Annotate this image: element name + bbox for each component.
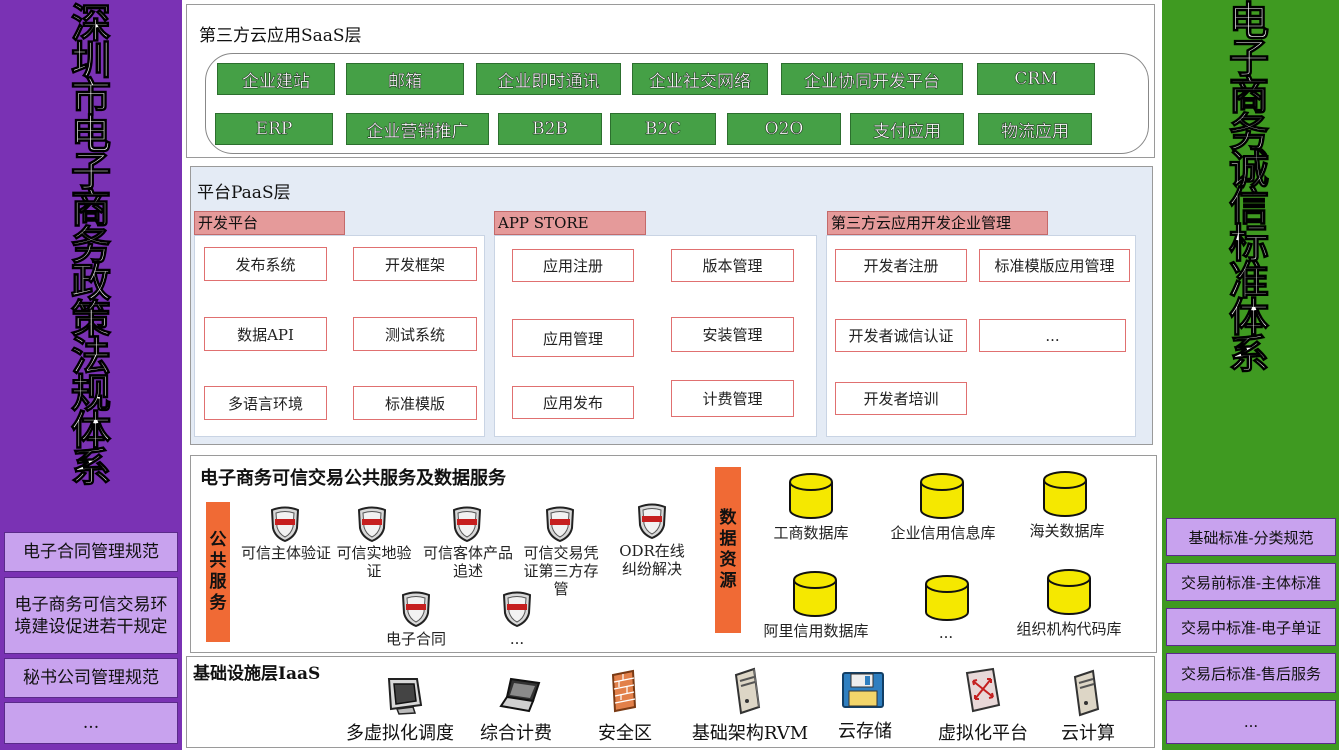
- server-icon: [734, 667, 761, 715]
- public-service-item[interactable]: 可信交易凭证第三方存管: [517, 544, 605, 598]
- data-resources-label: 数据资源: [715, 467, 741, 633]
- standards-column-title: 电子商务诚信标准体系: [1228, 0, 1269, 378]
- saas-app-button[interactable]: 企业营销推广: [346, 113, 489, 145]
- policy-item[interactable]: ...: [4, 702, 178, 744]
- paas-item[interactable]: 测试系统: [353, 317, 477, 351]
- app-store-title: APP STORE: [494, 211, 646, 235]
- shield-icon: [401, 591, 431, 627]
- services-title: 电子商务可信交易公共服务及数据服务: [200, 468, 506, 489]
- paas-item[interactable]: 数据API: [204, 317, 327, 351]
- database-label: 工商数据库: [773, 524, 849, 542]
- iaas-layer: 基础设施层IaaS 多虚拟化调度 综合计费 安全区 基础架构RVM 云存储 虚拟…: [186, 656, 1155, 748]
- paas-item[interactable]: 多语言环境: [204, 386, 327, 420]
- server-icon: [1073, 669, 1100, 717]
- policy-column-title: 深圳市电子商务政策法规体系: [70, 1, 111, 491]
- third-party-title: 第三方云应用开发企业管理: [827, 211, 1048, 235]
- saas-app-button[interactable]: CRM: [977, 63, 1095, 95]
- saas-app-button[interactable]: 物流应用: [978, 113, 1092, 145]
- database-icon: [925, 575, 969, 621]
- database-icon: [789, 473, 833, 519]
- paas-item[interactable]: 应用注册: [512, 249, 634, 282]
- saas-title: 第三方云应用SaaS层: [199, 26, 362, 46]
- saas-app-button[interactable]: 邮箱: [346, 63, 464, 95]
- iaas-item-label[interactable]: 安全区: [585, 719, 665, 745]
- database-label: 企业信用信息库: [890, 524, 996, 542]
- paas-layer: 平台PaaS层 开发平台 发布系统 开发框架 数据API 测试系统 多语言环境 …: [190, 166, 1153, 445]
- iaas-item-label[interactable]: 云计算: [1053, 719, 1123, 745]
- public-service-item[interactable]: ODR在线纠纷解决: [612, 542, 692, 578]
- public-service-item[interactable]: ...: [487, 630, 547, 648]
- firewall-icon: [611, 669, 637, 713]
- floppy-icon: [842, 672, 884, 708]
- paas-item[interactable]: 开发者诚信认证: [835, 319, 967, 352]
- saas-app-button[interactable]: B2B: [498, 113, 602, 145]
- monitor-icon: [387, 678, 423, 715]
- policy-item[interactable]: 秘书公司管理规范: [4, 658, 178, 698]
- shield-icon: [270, 506, 300, 542]
- standard-item[interactable]: 交易前标准-主体标准: [1166, 563, 1336, 601]
- iaas-item-label[interactable]: 综合计费: [471, 719, 561, 745]
- database-label: 海关数据库: [1029, 522, 1105, 540]
- public-service-item[interactable]: 电子合同: [371, 630, 461, 648]
- services-layer: 电子商务可信交易公共服务及数据服务 公共服务 可信主体验证 可信实地验证 可信客…: [190, 455, 1157, 653]
- shield-icon: [545, 506, 575, 542]
- switch-icon: [965, 667, 1001, 713]
- paas-item[interactable]: 开发者培训: [835, 382, 967, 415]
- database-icon: [793, 571, 837, 617]
- paas-item[interactable]: 计费管理: [671, 380, 794, 417]
- standard-item[interactable]: 基础标准-分类规范: [1166, 518, 1336, 556]
- standards-column: 电子商务诚信标准体系 基础标准-分类规范 交易前标准-主体标准 交易中标准-电子…: [1162, 0, 1339, 750]
- iaas-item-label[interactable]: 云存储: [825, 717, 905, 743]
- standard-item[interactable]: ...: [1166, 700, 1336, 744]
- saas-app-button[interactable]: B2C: [610, 113, 716, 145]
- database-icon: [1043, 471, 1087, 517]
- paas-title: 平台PaaS层: [197, 183, 291, 203]
- paas-item[interactable]: 应用发布: [512, 386, 634, 419]
- paas-item[interactable]: 标准模版: [353, 386, 477, 420]
- saas-app-button[interactable]: O2O: [727, 113, 841, 145]
- dev-platform-title: 开发平台: [194, 211, 345, 235]
- saas-layer: 第三方云应用SaaS层 企业建站 邮箱 企业即时通讯 企业社交网络 企业协同开发…: [186, 4, 1155, 158]
- standard-item[interactable]: 交易后标准-售后服务: [1166, 653, 1336, 693]
- public-services-label: 公共服务: [206, 502, 230, 642]
- public-service-item[interactable]: 可信客体产品追述: [423, 544, 513, 580]
- paas-item[interactable]: 版本管理: [671, 249, 794, 282]
- policy-item[interactable]: 电子商务可信交易环境建设促进若干规定: [4, 577, 178, 654]
- iaas-item-label[interactable]: 虚拟化平台: [927, 719, 1039, 745]
- shield-icon: [637, 503, 667, 539]
- database-label: 组织机构代码库: [1016, 620, 1122, 638]
- saas-app-button[interactable]: 企业社交网络: [632, 63, 768, 95]
- shield-icon: [452, 506, 482, 542]
- saas-app-button[interactable]: 企业即时通讯: [476, 63, 621, 95]
- paas-item[interactable]: 应用管理: [512, 319, 634, 357]
- iaas-item-label[interactable]: 基础架构RVM: [687, 719, 813, 745]
- shield-icon: [357, 506, 387, 542]
- saas-app-button[interactable]: ERP: [215, 113, 333, 145]
- paas-item[interactable]: 安装管理: [671, 317, 794, 352]
- saas-app-button[interactable]: 支付应用: [850, 113, 964, 145]
- database-label: 阿里信用数据库: [763, 622, 869, 640]
- paas-item[interactable]: 发布系统: [204, 247, 327, 281]
- saas-app-button[interactable]: 企业协同开发平台: [781, 63, 963, 95]
- public-service-item[interactable]: 可信实地验证: [330, 544, 418, 580]
- policy-item[interactable]: 电子合同管理规范: [4, 532, 178, 572]
- paas-item[interactable]: 开发者注册: [835, 249, 967, 282]
- laptop-icon: [499, 677, 541, 713]
- paas-item[interactable]: ...: [979, 319, 1126, 352]
- iaas-title: 基础设施层IaaS: [193, 664, 321, 684]
- paas-item[interactable]: 标准模版应用管理: [979, 249, 1130, 282]
- iaas-item-label[interactable]: 多虚拟化调度: [335, 719, 465, 745]
- database-icon: [920, 473, 964, 519]
- saas-app-button[interactable]: 企业建站: [217, 63, 335, 95]
- standard-item[interactable]: 交易中标准-电子单证: [1166, 608, 1336, 646]
- public-service-item[interactable]: 可信主体验证: [241, 544, 331, 562]
- paas-item[interactable]: 开发框架: [353, 247, 477, 281]
- policy-column: 深圳市电子商务政策法规体系 电子合同管理规范 电子商务可信交易环境建设促进若干规…: [0, 0, 182, 750]
- database-label: ...: [938, 624, 954, 642]
- database-icon: [1047, 569, 1091, 615]
